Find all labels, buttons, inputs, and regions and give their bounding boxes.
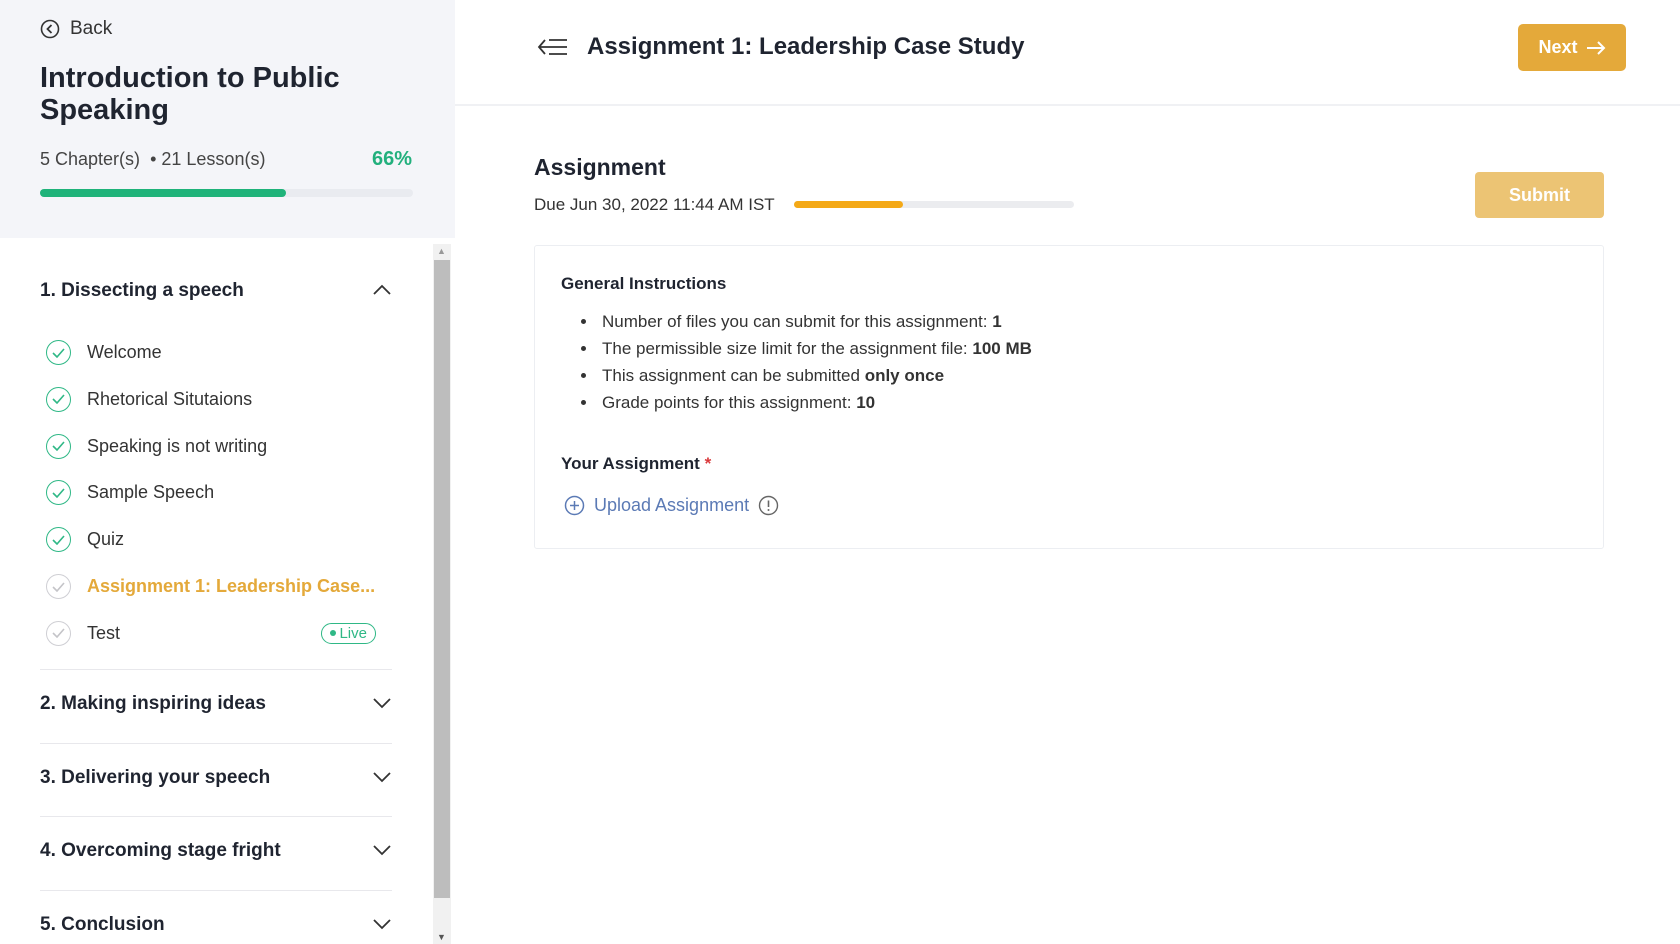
lesson-item[interactable]: Speaking is not writing bbox=[46, 433, 376, 459]
live-badge: Live bbox=[321, 622, 376, 644]
chapter-header[interactable]: 4. Overcoming stage fright bbox=[40, 840, 392, 862]
chevron-down-icon[interactable] bbox=[372, 914, 392, 936]
instruction-item: Grade points for this assignment: 10 bbox=[598, 389, 1032, 416]
chapter-divider bbox=[40, 669, 392, 670]
chapter-title: 5. Conclusion bbox=[40, 914, 165, 935]
due-date: Due Jun 30, 2022 11:44 AM IST bbox=[534, 195, 775, 214]
course-title: Introduction to Public Speaking bbox=[40, 62, 340, 126]
instruction-value: 10 bbox=[856, 393, 876, 412]
chapter-header[interactable]: 3. Delivering your speech bbox=[40, 767, 392, 789]
plus-circle-icon bbox=[564, 495, 585, 516]
instruction-item: This assignment can be submitted only on… bbox=[598, 362, 1032, 389]
lesson-label: Rhetorical Situtaions bbox=[87, 388, 253, 409]
required-mark: * bbox=[704, 454, 712, 473]
live-dot-icon bbox=[330, 630, 337, 637]
instruction-text: The permissible size limit for the assig… bbox=[602, 339, 973, 358]
lesson-item[interactable]: Welcome bbox=[46, 340, 376, 365]
chevron-down-icon[interactable] bbox=[372, 840, 392, 862]
meta-separator: • bbox=[150, 149, 157, 169]
info-icon[interactable] bbox=[758, 495, 779, 516]
check-circle-icon bbox=[46, 574, 71, 599]
chapter-header[interactable]: 2. Making inspiring ideas bbox=[40, 693, 392, 715]
lesson-item[interactable]: Test Live bbox=[46, 620, 376, 646]
check-circle-icon bbox=[46, 433, 71, 459]
scroll-up-arrow-icon[interactable]: ▲ bbox=[437, 246, 446, 256]
instruction-text: Number of files you can submit for this … bbox=[602, 312, 993, 331]
lesson-label: Test bbox=[87, 622, 121, 643]
chapter-divider bbox=[40, 743, 392, 744]
due-progress-fill bbox=[794, 201, 904, 208]
next-label: Next bbox=[1538, 37, 1578, 57]
instruction-value: only once bbox=[864, 366, 945, 385]
header-divider bbox=[455, 104, 1680, 106]
live-badge-label: Live bbox=[339, 624, 367, 642]
chapters-count: 5 Chapter(s) bbox=[40, 149, 141, 169]
check-circle-icon bbox=[46, 386, 71, 412]
course-progress-bar bbox=[40, 189, 413, 197]
your-assignment-text: Your Assignment bbox=[561, 454, 700, 473]
scrollbar-thumb[interactable] bbox=[434, 260, 450, 898]
back-button[interactable]: Back bbox=[40, 18, 112, 40]
chapter-header[interactable]: 1. Dissecting a speech bbox=[40, 280, 392, 302]
chapter-title: 1. Dissecting a speech bbox=[40, 280, 244, 301]
course-progress-label: 66% bbox=[372, 148, 413, 170]
submit-button[interactable]: Submit bbox=[1475, 172, 1604, 218]
scroll-down-arrow-icon[interactable]: ▼ bbox=[437, 932, 446, 942]
instruction-value: 1 bbox=[992, 312, 1002, 331]
instruction-text: This assignment can be submitted bbox=[602, 366, 865, 385]
check-circle-icon bbox=[46, 480, 71, 506]
chevron-left-circle-icon bbox=[40, 19, 60, 39]
upload-assignment-button[interactable]: Upload Assignment bbox=[564, 495, 779, 516]
assignment-heading: Assignment bbox=[534, 154, 666, 180]
instruction-value: 100 MB bbox=[972, 339, 1032, 358]
instruction-item: The permissible size limit for the assig… bbox=[598, 335, 1032, 362]
chevron-down-icon[interactable] bbox=[372, 693, 392, 715]
instructions-title: General Instructions bbox=[561, 274, 727, 293]
chapter-title: 3. Delivering your speech bbox=[40, 767, 271, 788]
lesson-item[interactable]: Assignment 1: Leadership Case... bbox=[46, 574, 376, 599]
next-button[interactable]: Next bbox=[1518, 24, 1626, 71]
lessons-count: 21 Lesson(s) bbox=[161, 149, 266, 169]
lesson-item[interactable]: Quiz bbox=[46, 527, 376, 553]
instruction-text: Grade points for this assignment: bbox=[602, 393, 857, 412]
page-title: Assignment 1: Leadership Case Study bbox=[587, 33, 1025, 60]
lesson-label: Quiz bbox=[87, 529, 125, 550]
upload-label: Upload Assignment bbox=[594, 495, 750, 515]
chapter-title: 4. Overcoming stage fright bbox=[40, 840, 281, 861]
your-assignment-label: Your Assignment * bbox=[561, 454, 711, 474]
chapter-divider bbox=[40, 890, 392, 891]
lesson-label: Assignment 1: Leadership Case... bbox=[87, 576, 376, 596]
due-progress-bar bbox=[794, 201, 1074, 208]
chapter-header[interactable]: 5. Conclusion bbox=[40, 914, 392, 936]
chevron-down-icon[interactable] bbox=[372, 767, 392, 789]
lesson-label: Welcome bbox=[87, 342, 162, 362]
instruction-item: Number of files you can submit for this … bbox=[598, 308, 1032, 335]
check-circle-icon bbox=[46, 340, 71, 365]
check-circle-icon bbox=[46, 620, 71, 646]
arrow-right-icon bbox=[1586, 40, 1605, 55]
chevron-up-icon[interactable] bbox=[372, 280, 392, 302]
chapter-title: 2. Making inspiring ideas bbox=[40, 693, 266, 714]
course-progress-fill bbox=[40, 189, 287, 197]
lesson-label: Sample Speech bbox=[87, 482, 215, 503]
check-circle-icon bbox=[46, 527, 71, 553]
lesson-item[interactable]: Sample Speech bbox=[46, 480, 376, 506]
collapse-sidebar-icon[interactable] bbox=[537, 36, 569, 63]
course-meta: 5 Chapter(s) • 21 Lesson(s) bbox=[40, 149, 265, 170]
lesson-label: Speaking is not writing bbox=[87, 435, 268, 456]
back-label: Back bbox=[70, 18, 113, 39]
lesson-item[interactable]: Rhetorical Situtaions bbox=[46, 386, 376, 412]
instructions-list: Number of files you can submit for this … bbox=[598, 308, 1032, 416]
chapter-divider bbox=[40, 816, 392, 817]
